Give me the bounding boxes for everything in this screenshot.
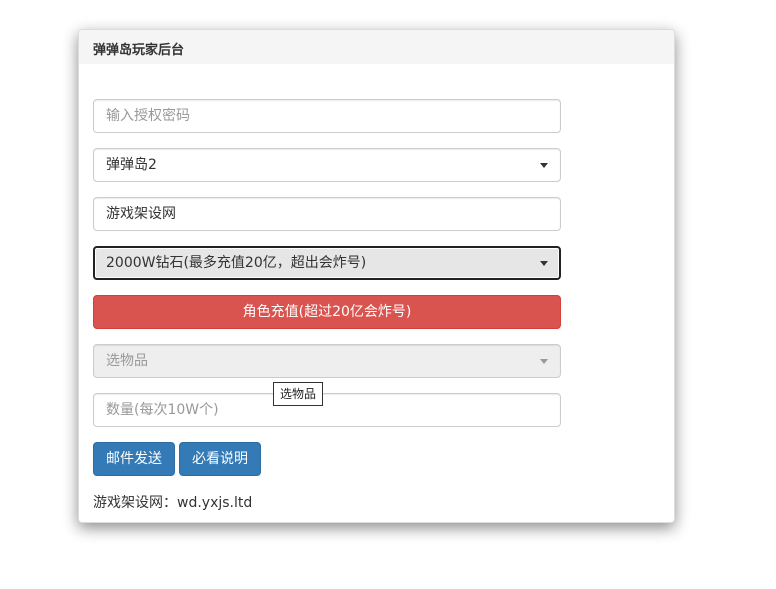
item-select[interactable]: 选物品 [93, 344, 561, 378]
server-select-value: 弹弹岛2 [106, 157, 157, 173]
item-tooltip: 选物品 [273, 382, 324, 406]
role-name-field[interactable]: 游戏架设网 [93, 197, 561, 231]
readme-button[interactable]: 必看说明 [179, 442, 261, 476]
panel-title: 弹弹岛玩家后台 [79, 30, 674, 64]
recharge-amount-select[interactable]: 2000W钻石(最多充值20亿，超出会炸号) [93, 246, 561, 280]
chevron-down-icon [540, 359, 548, 364]
item-select-value: 选物品 [106, 353, 148, 369]
password-field[interactable] [93, 99, 561, 133]
player-admin-panel: 弹弹岛玩家后台 弹弹岛2 游戏架设网 2000W钻石(最多充值20亿，超出会炸号… [78, 29, 675, 523]
recharge-amount-value: 2000W钻石(最多充值20亿，超出会炸号) [106, 255, 367, 271]
chevron-down-icon [540, 261, 548, 266]
role-name-value: 游戏架设网 [106, 206, 176, 222]
footer-site-text: 游戏架设网：wd.yxjs.ltd [93, 495, 253, 511]
role-recharge-button[interactable]: 角色充值(超过20亿会炸号) [93, 295, 561, 329]
password-input[interactable] [106, 101, 548, 131]
server-select[interactable]: 弹弹岛2 [93, 148, 561, 182]
quantity-field[interactable] [93, 393, 561, 427]
quantity-input[interactable] [106, 395, 548, 425]
mail-send-button[interactable]: 邮件发送 [93, 442, 175, 476]
chevron-down-icon [540, 163, 548, 168]
